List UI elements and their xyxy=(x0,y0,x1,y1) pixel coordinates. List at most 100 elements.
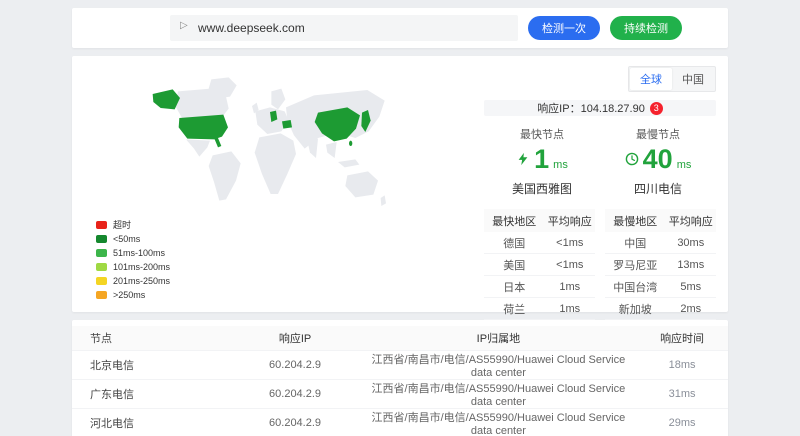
column-header: 平均响应 xyxy=(666,213,716,229)
map-region-new-zealand xyxy=(381,195,386,206)
nodes-table-card: 节点 响应IP IP归属地 响应时间 北京电信 60.204.2.9 江西省/南… xyxy=(72,320,728,436)
tab-global[interactable]: 全球 xyxy=(630,68,672,90)
map-country-alaska xyxy=(153,89,180,109)
region-name: 新加坡 xyxy=(605,301,666,317)
region-latency: 2ms xyxy=(666,303,716,315)
ip-count-badge[interactable]: 3 xyxy=(650,102,663,115)
response-ip-bar: 响应IP：104.18.27.90 3 xyxy=(484,100,716,116)
fastest-node-value: 1 ms xyxy=(484,144,600,174)
slowest-node-stat: 最慢节点 40 ms 四川电信 xyxy=(600,126,716,197)
region-latency: <1ms xyxy=(545,259,595,271)
continuous-check-button[interactable]: 持续检测 xyxy=(610,16,682,40)
legend-swatch-under50 xyxy=(96,235,107,243)
region-name: 荷兰 xyxy=(484,301,545,317)
region-latency: <1ms xyxy=(545,237,595,249)
legend-swatch-201-250 xyxy=(96,277,107,285)
check-once-button[interactable]: 检测一次 xyxy=(528,16,600,40)
region-latency: 13ms xyxy=(666,259,716,271)
legend-label: 超时 xyxy=(113,218,131,231)
legend-swatch-101-200 xyxy=(96,263,107,271)
legend-item: 超时 xyxy=(96,218,476,231)
legend-swatch-51-100 xyxy=(96,249,107,257)
host-input-wrap: ▷ xyxy=(170,15,518,41)
legend-label: 201ms-250ms xyxy=(113,276,170,286)
column-header-time: 响应时间 xyxy=(636,326,728,350)
legend-swatch-over250 xyxy=(96,291,107,299)
slowest-ms-unit: ms xyxy=(677,159,692,171)
play-icon: ▷ xyxy=(180,20,188,31)
column-header: 平均响应 xyxy=(545,213,595,229)
node-ip-location: 江西省/南昌市/电信/AS55990/Huawei Cloud Service … xyxy=(361,350,637,379)
region-name: 中国 xyxy=(605,235,666,251)
region-latency: 1ms xyxy=(545,303,595,315)
region-latency: 5ms xyxy=(666,281,716,293)
world-map xyxy=(84,74,464,214)
column-header-node: 节点 xyxy=(72,326,229,350)
fastest-ms-number: 1 xyxy=(534,144,549,174)
table-row: 美国 <1ms xyxy=(484,254,595,276)
stats-column: 全球 中国 响应IP：104.18.27.90 3 最快节点 1 ms 美国西雅… xyxy=(476,66,716,302)
response-ip-text: 响应IP：104.18.27.90 xyxy=(537,100,645,116)
node-response-time: 18ms xyxy=(636,350,728,379)
region-name: 美国 xyxy=(484,257,545,273)
map-region-australia xyxy=(345,171,378,197)
lightning-icon xyxy=(516,152,530,166)
legend-label: <50ms xyxy=(113,234,140,244)
latency-legend: 超时 <50ms 51ms-100ms 101ms-200ms 201ms-25… xyxy=(96,218,476,302)
legend-item: 101ms-200ms xyxy=(96,260,476,273)
table-row: 罗马尼亚 13ms xyxy=(605,254,716,276)
node-ip-location: 江西省/南昌市/电信/AS55990/Huawei Cloud Service … xyxy=(361,379,637,408)
legend-swatch-timeout xyxy=(96,221,107,229)
node-ip: 60.204.2.9 xyxy=(229,408,360,436)
node-ip-location: 江西省/南昌市/电信/AS55990/Huawei Cloud Service … xyxy=(361,408,637,436)
map-region-south-america xyxy=(209,151,241,200)
map-region-scandinavia xyxy=(271,89,285,110)
node-ip: 60.204.2.9 xyxy=(229,379,360,408)
result-panel: 超时 <50ms 51ms-100ms 101ms-200ms 201ms-25… xyxy=(72,56,728,312)
fastest-regions-table: 最快地区 平均响应 德国 <1ms 美国 <1ms 日本 1ms 荷兰 1m xyxy=(484,209,595,320)
legend-item: 51ms-100ms xyxy=(96,246,476,259)
slowest-regions-table: 最慢地区 平均响应 中国 30ms 罗马尼亚 13ms 中国台湾 5ms 新加坡 xyxy=(605,209,716,320)
legend-label: >250ms xyxy=(113,290,145,300)
node-name: 广东电信 xyxy=(72,379,229,408)
map-country-romania xyxy=(282,120,292,129)
region-name: 日本 xyxy=(484,279,545,295)
map-region-se-asia xyxy=(326,142,337,158)
table-row: 新加坡 2ms xyxy=(605,298,716,320)
column-header: 最快地区 xyxy=(484,213,545,229)
table-row: 中国台湾 5ms xyxy=(605,276,716,298)
node-name: 北京电信 xyxy=(72,350,229,379)
fastest-regions-header: 最快地区 平均响应 xyxy=(484,209,595,232)
node-response-time: 29ms xyxy=(636,408,728,436)
map-country-taiwan xyxy=(349,141,352,146)
node-response-time: 31ms xyxy=(636,379,728,408)
column-header-ip: 响应IP xyxy=(229,326,360,350)
slowest-node-value: 40 ms xyxy=(600,144,716,174)
column-header-location: IP归属地 xyxy=(361,326,637,350)
fastest-ms-unit: ms xyxy=(553,159,568,171)
fastest-node-location: 美国西雅图 xyxy=(484,180,600,197)
region-tables: 最快地区 平均响应 德国 <1ms 美国 <1ms 日本 1ms 荷兰 1m xyxy=(484,209,716,320)
legend-label: 101ms-200ms xyxy=(113,262,170,272)
search-toolbar: ▷ 检测一次 持续检测 xyxy=(72,8,728,48)
region-name: 罗马尼亚 xyxy=(605,257,666,273)
clock-icon xyxy=(625,152,639,166)
region-latency: 1ms xyxy=(545,281,595,293)
slowest-ms-number: 40 xyxy=(643,144,673,174)
slowest-node-location: 四川电信 xyxy=(600,180,716,197)
nodes-table: 节点 响应IP IP归属地 响应时间 北京电信 60.204.2.9 江西省/南… xyxy=(72,326,728,436)
region-latency: 30ms xyxy=(666,237,716,249)
tab-china[interactable]: 中国 xyxy=(672,68,714,90)
map-region-central-america xyxy=(186,139,210,156)
map-region-africa xyxy=(255,133,296,194)
node-ip: 60.204.2.9 xyxy=(229,350,360,379)
scope-tabs: 全球 中国 xyxy=(628,66,716,92)
host-input[interactable] xyxy=(170,15,518,41)
table-row: 中国 30ms xyxy=(605,232,716,254)
fastest-node-stat: 最快节点 1 ms 美国西雅图 xyxy=(484,126,600,197)
slowest-regions-header: 最慢地区 平均响应 xyxy=(605,209,716,232)
legend-label: 51ms-100ms xyxy=(113,248,165,258)
legend-item: <50ms xyxy=(96,232,476,245)
legend-item: 201ms-250ms xyxy=(96,274,476,287)
map-region-india xyxy=(307,139,318,158)
